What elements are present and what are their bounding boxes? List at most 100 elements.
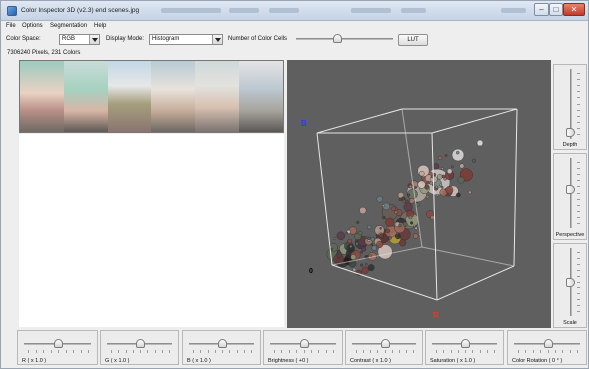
color-sphere <box>456 192 461 198</box>
b-label: B ( x 1.0 ) <box>187 358 211 364</box>
slider-tick <box>288 350 290 353</box>
slider-thumb[interactable] <box>543 339 553 348</box>
slider-thumb[interactable] <box>566 277 575 287</box>
b-slider[interactable] <box>189 339 254 349</box>
display-mode-select[interactable]: Histogram <box>149 34 223 45</box>
color-sphere <box>398 197 402 202</box>
color-sphere <box>407 193 411 197</box>
color-sphere <box>429 181 434 185</box>
close-button[interactable]: ✕ <box>563 3 585 16</box>
slider-tick <box>577 168 580 170</box>
slider-tick <box>65 350 67 353</box>
color-sphere <box>357 230 363 236</box>
image-panel-background <box>19 134 284 327</box>
slider-thumb[interactable] <box>566 127 575 137</box>
color-sphere <box>471 158 476 163</box>
menu-file[interactable]: File <box>6 23 16 29</box>
slider-tick <box>577 252 580 253</box>
slider-thumb[interactable] <box>54 339 63 348</box>
perspective-slider[interactable] <box>566 158 580 228</box>
slider-tick <box>486 350 488 353</box>
color-sphere <box>366 224 372 230</box>
color-sphere <box>417 180 426 189</box>
color-sphere <box>441 174 446 179</box>
color-sphere <box>426 180 429 184</box>
r-panel: R ( x 1.0 ) <box>17 330 98 365</box>
color-space-label: Color Space: <box>6 36 41 42</box>
menu-options[interactable]: Options <box>22 23 43 29</box>
r-slider[interactable] <box>24 339 91 349</box>
slider-tick <box>577 127 580 129</box>
minimize-button[interactable]: – <box>534 3 549 16</box>
color-sphere <box>440 185 444 189</box>
slider-thumb[interactable] <box>218 339 227 348</box>
color-sphere <box>399 239 407 247</box>
slider-tick <box>391 350 393 353</box>
slider-thumb[interactable] <box>332 34 342 43</box>
slider-thumb[interactable] <box>136 339 145 348</box>
slider-tick <box>88 350 89 353</box>
menu-segmentation[interactable]: Segmentation <box>50 23 87 29</box>
color-cells-slider[interactable] <box>296 34 393 44</box>
slider-thumb[interactable] <box>380 339 390 348</box>
color-sphere <box>468 190 472 195</box>
contrast-label: Contrast ( x 1.0 ) <box>350 358 391 364</box>
title-bar[interactable]: Color Inspector 3D (v2.3) end scenes.jpg… <box>1 1 588 21</box>
saturation-panel: Saturation ( x 1.0 ) <box>425 330 504 365</box>
brightness-slider[interactable] <box>270 339 336 349</box>
slider-tick <box>161 350 163 353</box>
slider-track <box>296 38 393 40</box>
b-panel: B ( x 1.0 ) <box>182 330 261 365</box>
color-sphere <box>336 231 345 241</box>
image-frame <box>107 61 152 132</box>
saturation-label: Saturation ( x 1.0 ) <box>430 358 476 364</box>
color-rotation-panel: Color Rotation ( 0 ° ) <box>507 330 587 365</box>
g-slider[interactable] <box>107 339 172 349</box>
slider-thumb[interactable] <box>299 339 309 348</box>
color-sphere <box>457 176 465 184</box>
slider-tick <box>457 350 459 353</box>
color-sphere <box>382 204 385 208</box>
slider-tick <box>274 350 275 353</box>
color-cube-viewport[interactable]: B R 0 <box>287 60 551 328</box>
slider-tick <box>50 350 52 353</box>
slider-tick <box>333 350 334 353</box>
color-sphere <box>376 240 384 248</box>
menu-bar: File Options Segmentation Help <box>1 21 588 32</box>
taskbar-blur <box>229 8 259 13</box>
slider-tick <box>577 350 578 353</box>
image-frame <box>63 61 108 132</box>
slider-tick <box>577 73 580 74</box>
contrast-panel: Contrast ( x 1.0 ) <box>345 330 423 365</box>
g-label: G ( x 1.0 ) <box>105 358 130 364</box>
scale-slider[interactable] <box>566 248 580 316</box>
color-sphere <box>333 237 337 240</box>
color-sphere <box>365 236 369 240</box>
taskbar-blur <box>401 8 426 13</box>
color-sphere <box>459 163 465 169</box>
saturation-slider[interactable] <box>432 339 497 349</box>
chevron-down-icon <box>89 35 99 44</box>
depth-slider[interactable] <box>566 69 580 139</box>
color-rotation-slider[interactable] <box>514 339 580 349</box>
color-sphere <box>476 139 484 147</box>
slider-thumb[interactable] <box>566 185 575 195</box>
slider-tick <box>310 350 312 353</box>
depth-panel: Depth <box>553 64 587 150</box>
color-sphere <box>379 233 384 239</box>
adjustment-bar: R ( x 1.0 ) G ( x 1.0 ) B ( x 1.0 ) Brightn… <box>1 328 588 368</box>
color-space-select[interactable]: RGB <box>59 34 100 45</box>
contrast-slider[interactable] <box>352 339 416 349</box>
color-sphere <box>391 206 397 212</box>
slider-tick <box>43 350 44 353</box>
lut-button[interactable]: LUT <box>398 34 428 46</box>
slider-thumb[interactable] <box>461 339 470 348</box>
slider-tick <box>384 350 386 353</box>
slider-tick <box>577 103 580 105</box>
menu-help[interactable]: Help <box>94 23 106 29</box>
color-sphere <box>360 246 367 252</box>
maximize-button[interactable]: □ <box>549 3 563 16</box>
color-sphere <box>435 193 439 197</box>
color-sphere <box>359 206 367 215</box>
slider-tick <box>577 134 580 135</box>
